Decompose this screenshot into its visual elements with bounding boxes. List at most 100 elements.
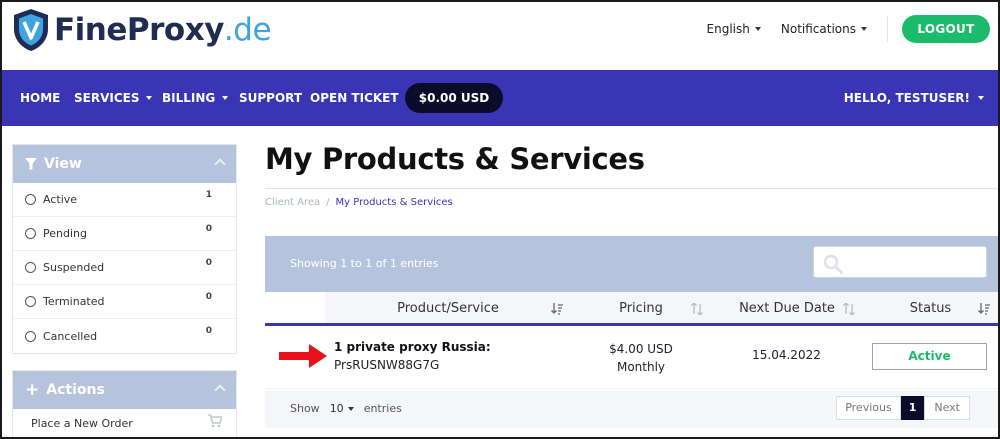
radio-icon [25, 296, 36, 307]
column-next-due-date[interactable]: Next Due Date [711, 292, 863, 326]
radio-icon [25, 330, 36, 342]
actions-panel-header[interactable]: + Actions [13, 371, 236, 409]
brand-proxy: Proxy [126, 12, 225, 48]
language-label: English [706, 22, 750, 36]
product-id: PrsRUSNW88G7G [334, 358, 440, 372]
language-dropdown[interactable]: English [707, 22, 761, 36]
chevron-up-icon [214, 384, 226, 396]
action-label: Place a New Order [31, 417, 133, 430]
product-pricing: $4.00 USD Monthly [571, 340, 711, 376]
pagination-previous[interactable]: Previous [836, 396, 901, 420]
sort-desc-icon [978, 303, 990, 315]
view-panel-header[interactable]: View [13, 145, 236, 183]
place-new-order-link[interactable]: Place a New Order [13, 409, 236, 437]
brand-domain: .de [223, 12, 272, 48]
filter-terminated[interactable]: Terminated 0 [13, 285, 236, 319]
notifications-dropdown[interactable]: Notifications [781, 22, 867, 36]
filter-label: Pending [43, 227, 87, 240]
filter-count: 0 [205, 258, 212, 268]
nav-support[interactable]: SUPPORT [239, 70, 302, 126]
chevron-down-icon [861, 27, 867, 31]
brand-logo[interactable]: FineProxy.de [12, 8, 272, 52]
breadcrumb-separator: / [326, 197, 330, 208]
product-name: 1 private proxy Russia: [334, 340, 491, 354]
nav-billing[interactable]: BILLING [162, 70, 229, 126]
filter-cancelled[interactable]: Cancelled 0 [13, 319, 236, 353]
pagination-page-1[interactable]: 1 [900, 396, 925, 420]
breadcrumb-current: My Products & Services [335, 197, 453, 208]
view-panel-title: View [44, 156, 82, 172]
column-label: Pricing [619, 301, 663, 316]
column-product-service[interactable]: Product/Service [325, 292, 571, 326]
table-header: Product/Service Pricing Next Due Date St… [265, 292, 998, 326]
view-panel: View Active 1 Pending 0 Suspended 0 Term… [12, 144, 237, 354]
divider [887, 16, 888, 42]
filter-count: 0 [205, 326, 212, 336]
table-footer: Show 10 entries Previous 1 Next [265, 390, 998, 428]
notifications-label: Notifications [780, 22, 856, 36]
sort-desc-icon [551, 303, 563, 315]
table-row[interactable]: 1 private proxy Russia: PrsRUSNW88G7G $4… [265, 326, 998, 389]
page-size-select[interactable]: 10 [326, 400, 358, 418]
nav-open-ticket[interactable]: OPEN TICKET [310, 70, 399, 126]
filter-active[interactable]: Active 1 [13, 183, 236, 217]
billing-cycle: Monthly [616, 360, 666, 374]
filter-pending[interactable]: Pending 0 [13, 217, 236, 251]
page-size-control: Show 10 entries [290, 390, 402, 428]
account-balance[interactable]: $0.00 USD [405, 83, 503, 113]
pagination: Previous 1 Next [836, 396, 970, 420]
chevron-down-icon [978, 96, 984, 100]
table-header-spacer [265, 292, 325, 326]
nav-support-label: SUPPORT [239, 91, 303, 105]
filter-count: 1 [205, 190, 212, 200]
page-frame: FineProxy.de English Notifications LOGOU… [0, 0, 1000, 439]
top-bar: FineProxy.de English Notifications LOGOU… [2, 2, 998, 70]
entries-label: entries [363, 402, 402, 415]
next-due-date: 15.04.2022 [752, 348, 821, 362]
user-greeting: HELLO, TESTUSER! [843, 91, 970, 105]
filter-suspended[interactable]: Suspended 0 [13, 251, 236, 285]
shield-icon [14, 9, 48, 51]
table-toolbar: Showing 1 to 1 of 1 entries [265, 236, 998, 292]
breadcrumb-home[interactable]: Client Area [265, 197, 320, 208]
logout-button[interactable]: LOGOUT [902, 15, 990, 43]
cart-icon [208, 414, 222, 428]
filter-label: Active [43, 193, 78, 206]
search-icon [823, 254, 843, 274]
nav-services-label: SERVICES [74, 91, 140, 105]
show-label: Show [290, 402, 320, 415]
actions-panel: + Actions Place a New Order [12, 370, 237, 437]
search-input[interactable] [813, 246, 987, 278]
pagination-next[interactable]: Next [924, 396, 970, 420]
plus-icon: + [25, 379, 40, 400]
column-label: Next Due Date [739, 301, 835, 316]
chevron-down-icon [347, 407, 354, 411]
price-amount: $4.00 USD [609, 342, 673, 356]
chevron-up-icon [214, 158, 226, 170]
nav-services[interactable]: SERVICES [74, 70, 153, 126]
filter-label: Suspended [43, 261, 105, 274]
filter-label: Terminated [43, 295, 105, 308]
user-menu[interactable]: HELLO, TESTUSER! [844, 70, 984, 126]
radio-icon [25, 262, 36, 273]
divider [265, 188, 998, 189]
column-status[interactable]: Status [863, 292, 998, 326]
status-badge: Active [872, 343, 987, 370]
brand-fine: Fine [54, 12, 127, 48]
sort-icon [691, 303, 703, 315]
chevron-down-icon [754, 27, 761, 31]
table-info: Showing 1 to 1 of 1 entries [290, 257, 439, 270]
arrow-right-icon [279, 344, 327, 368]
nav-open-ticket-label: OPEN TICKET [310, 91, 399, 105]
radio-icon [25, 194, 36, 205]
nav-billing-label: BILLING [162, 91, 216, 105]
nav-home-label: HOME [20, 91, 61, 105]
column-pricing[interactable]: Pricing [571, 292, 711, 326]
filter-label: Cancelled [43, 329, 98, 343]
top-right-menu: English Notifications LOGOUT [707, 15, 990, 43]
sort-icon [843, 303, 855, 315]
page-title: My Products & Services [265, 142, 645, 176]
actions-panel-title: Actions [46, 382, 105, 398]
nav-home[interactable]: HOME [20, 70, 60, 126]
chevron-down-icon [146, 96, 153, 100]
